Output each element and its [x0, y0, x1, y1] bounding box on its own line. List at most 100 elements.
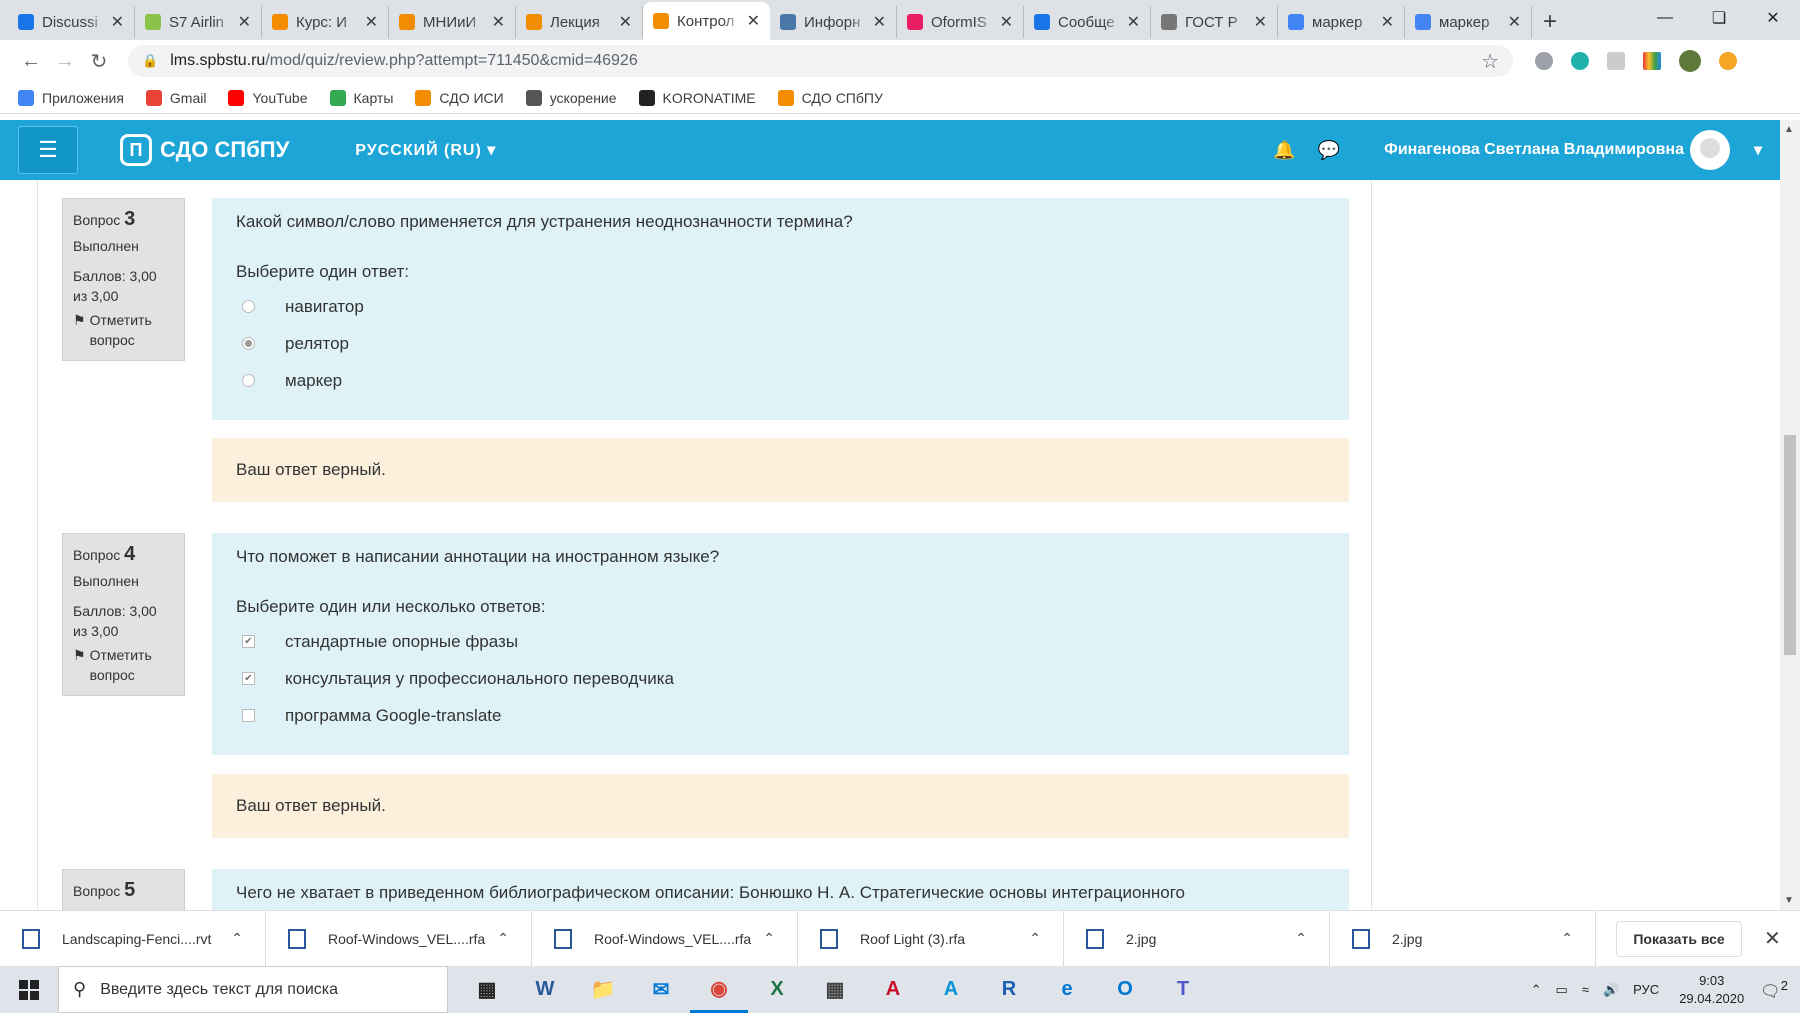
- download-item[interactable]: Roof-Windows_VEL....rfa ⌃: [266, 910, 532, 967]
- tab-close-icon[interactable]: ✕: [1254, 12, 1267, 32]
- clock[interactable]: 9:03 29.04.2020: [1679, 972, 1744, 1008]
- language-menu[interactable]: РУССКИЙ (RU) ▾: [355, 140, 496, 160]
- chevron-up-icon[interactable]: ⌃: [497, 930, 509, 947]
- user-menu-caret-icon[interactable]: ▾: [1754, 140, 1762, 160]
- close-window-icon[interactable]: ✕: [1746, 0, 1800, 36]
- tab-close-icon[interactable]: ✕: [1127, 12, 1140, 32]
- tab-close-icon[interactable]: ✕: [873, 12, 886, 32]
- autodesk-icon[interactable]: A: [922, 966, 980, 1013]
- show-all-downloads-button[interactable]: Показать все: [1616, 920, 1742, 957]
- bookmark-item[interactable]: KORONATIME: [638, 89, 756, 106]
- bookmark-star-icon[interactable]: ☆: [1481, 49, 1499, 74]
- edge-icon[interactable]: e: [1038, 966, 1096, 1013]
- tab-close-icon[interactable]: ✕: [238, 12, 251, 32]
- browser-tab[interactable]: S7 Airlin ✕: [135, 6, 262, 38]
- radio-button[interactable]: [242, 300, 255, 313]
- flag-question-link[interactable]: ⚑ Отметить вопрос: [73, 310, 174, 350]
- scroll-up-icon[interactable]: ▲: [1784, 124, 1794, 135]
- radio-button[interactable]: [242, 337, 255, 350]
- user-avatar[interactable]: [1689, 130, 1730, 170]
- calculator-icon[interactable]: ▦: [806, 966, 864, 1013]
- extension-shield-icon[interactable]: [1607, 52, 1625, 70]
- teams-icon[interactable]: T: [1154, 966, 1212, 1013]
- flag-question-link[interactable]: ⚑ Отметить вопрос: [73, 645, 174, 685]
- tab-close-icon[interactable]: ✕: [619, 12, 632, 32]
- browser-tab[interactable]: OformIS ✕: [897, 6, 1024, 38]
- tab-close-icon[interactable]: ✕: [1508, 12, 1521, 32]
- chevron-up-icon[interactable]: ⌃: [1029, 930, 1041, 947]
- chevron-up-icon[interactable]: ⌃: [763, 930, 775, 947]
- notifications-icon[interactable]: 🗨2: [1760, 978, 1788, 1001]
- volume-icon[interactable]: 🔊: [1603, 982, 1619, 998]
- taskbar-search[interactable]: ⚲ Введите здесь текст для поиска: [58, 966, 448, 1013]
- browser-tab[interactable]: ГОСТ Р ✕: [1151, 6, 1278, 38]
- extension-search-icon[interactable]: [1535, 52, 1553, 70]
- page-scrollbar[interactable]: ▲ ▼: [1780, 120, 1800, 910]
- excel-icon[interactable]: X: [748, 966, 806, 1013]
- bookmark-item[interactable]: СДО ИСИ: [415, 89, 504, 106]
- download-item[interactable]: Landscaping-Fenci....rvt ⌃: [0, 910, 266, 967]
- download-item[interactable]: 2.jpg ⌃: [1064, 910, 1330, 967]
- scroll-down-icon[interactable]: ▼: [1784, 895, 1794, 906]
- new-tab-button[interactable]: +: [1532, 4, 1568, 40]
- browser-tab[interactable]: Инфорн ✕: [770, 6, 897, 38]
- browser-tab[interactable]: Сообще ✕: [1024, 6, 1151, 38]
- forward-icon[interactable]: →: [48, 50, 82, 73]
- checkbox[interactable]: ✔: [242, 635, 255, 648]
- browser-tab[interactable]: маркер ✕: [1405, 6, 1532, 38]
- outlook-icon[interactable]: O: [1096, 966, 1154, 1013]
- browser-tab[interactable]: Лекция ✕: [516, 6, 643, 38]
- extension-colors-icon[interactable]: [1643, 52, 1661, 70]
- word-icon[interactable]: W: [516, 966, 574, 1013]
- tab-close-icon[interactable]: ✕: [1000, 12, 1013, 32]
- chevron-up-icon[interactable]: ⌃: [1295, 930, 1307, 947]
- download-item[interactable]: 2.jpg ⌃: [1330, 910, 1596, 967]
- tab-close-icon[interactable]: ✕: [492, 12, 505, 32]
- chevron-up-icon[interactable]: ⌃: [231, 930, 243, 947]
- browser-tab[interactable]: МНИиИ ✕: [389, 6, 516, 38]
- browser-tab[interactable]: Курс: И ✕: [262, 6, 389, 38]
- back-icon[interactable]: ←: [14, 50, 48, 73]
- file-explorer-icon[interactable]: 📁: [574, 966, 632, 1013]
- tab-close-icon[interactable]: ✕: [365, 12, 378, 32]
- input-language[interactable]: РУС: [1633, 982, 1659, 997]
- browser-tab[interactable]: Контрол ✕: [643, 2, 770, 40]
- chevron-up-icon[interactable]: ⌃: [1561, 930, 1573, 947]
- bookmark-item[interactable]: Карты: [329, 89, 393, 106]
- user-name[interactable]: Финагенова Светлана Владимировна: [1384, 141, 1684, 159]
- browser-tab[interactable]: маркер ✕: [1278, 6, 1405, 38]
- revit-icon[interactable]: R: [980, 966, 1038, 1013]
- tab-close-icon[interactable]: ✕: [111, 12, 124, 32]
- mail-icon[interactable]: ✉: [632, 966, 690, 1013]
- bell-icon[interactable]: 🔔: [1273, 140, 1295, 161]
- bookmark-item[interactable]: YouTube: [228, 89, 308, 106]
- maximize-icon[interactable]: ❏: [1692, 0, 1746, 36]
- download-item[interactable]: Roof Light (3).rfa ⌃: [798, 910, 1064, 967]
- checkbox[interactable]: ✔: [242, 672, 255, 685]
- bookmark-item[interactable]: СДО СПбПУ: [777, 89, 883, 106]
- url-field[interactable]: 🔒 lms.spbstu.ru /mod/quiz/review.php?att…: [128, 45, 1513, 77]
- tray-chevron-icon[interactable]: ⌃: [1531, 982, 1542, 998]
- profile-avatar-icon[interactable]: [1679, 50, 1701, 72]
- checkbox[interactable]: [242, 709, 255, 722]
- tab-close-icon[interactable]: ✕: [1381, 12, 1394, 32]
- site-brand[interactable]: П СДО СПбПУ: [120, 134, 289, 166]
- bookmark-item[interactable]: Приложения: [18, 89, 124, 106]
- bookmark-item[interactable]: ускорение: [525, 89, 617, 106]
- minimize-icon[interactable]: —: [1638, 0, 1692, 36]
- chat-bubble-icon[interactable]: 💬: [1318, 140, 1340, 161]
- tab-close-icon[interactable]: ✕: [747, 11, 760, 31]
- download-item[interactable]: Roof-Windows_VEL....rfa ⌃: [532, 910, 798, 967]
- extension-orange-icon[interactable]: [1719, 52, 1737, 70]
- start-button[interactable]: [0, 966, 58, 1013]
- reload-icon[interactable]: ↻: [82, 49, 116, 74]
- bookmark-item[interactable]: Gmail: [145, 89, 206, 106]
- task-view-icon[interactable]: ▦: [458, 966, 516, 1013]
- close-downloads-icon[interactable]: ✕: [1764, 926, 1781, 951]
- autocad-icon[interactable]: A: [864, 966, 922, 1013]
- radio-button[interactable]: [242, 374, 255, 387]
- menu-toggle-button[interactable]: ☰: [18, 126, 78, 174]
- browser-tab[interactable]: Discussi ✕: [8, 6, 135, 38]
- extension-teal-icon[interactable]: [1571, 52, 1589, 70]
- chrome-icon[interactable]: ◉: [690, 966, 748, 1013]
